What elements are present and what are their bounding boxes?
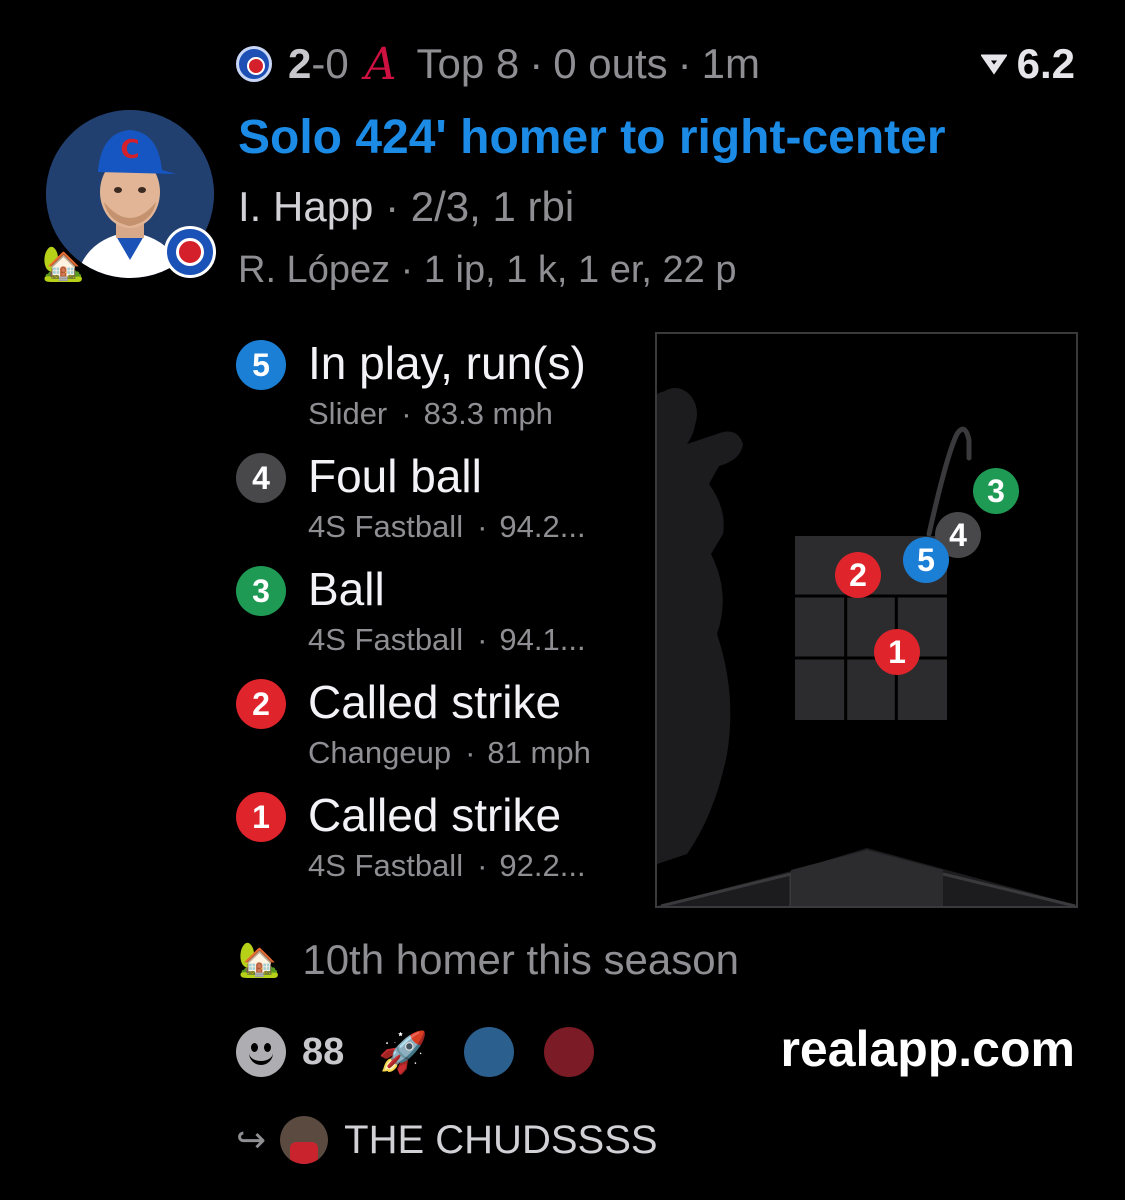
share-arrow-icon: ↪ bbox=[236, 1119, 267, 1160]
pitch-detail: Changeup · 81 mph bbox=[308, 735, 591, 771]
pitch-number-badge: 5 bbox=[236, 340, 286, 390]
pitch-result: Ball bbox=[308, 563, 385, 615]
separator-dot: · bbox=[401, 396, 412, 431]
batter-stats: · 2/3, 1 rbi bbox=[385, 183, 575, 230]
batter-silhouette-icon bbox=[657, 388, 743, 864]
pitch-type: 4S Fastball bbox=[308, 848, 464, 883]
pitch-list: 5 In play, run(s) Slider · 83.3 mph 4 Foul… bbox=[236, 336, 636, 901]
pitch-result: Called strike bbox=[308, 676, 562, 728]
pitch-speed: 94.1... bbox=[499, 622, 586, 657]
pitch-marker[interactable]: 3 bbox=[973, 468, 1019, 514]
rating-badge[interactable]: 6.2 bbox=[980, 38, 1075, 90]
pitch-speed: 94.2... bbox=[499, 509, 586, 544]
blue-team-reaction-button[interactable] bbox=[464, 1027, 515, 1077]
pitch-row[interactable]: 2 Called strike Changeup · 81 mph bbox=[236, 675, 636, 788]
separator-dot: · bbox=[677, 40, 692, 87]
pitch-number-badge: 2 bbox=[236, 679, 286, 729]
shared-by-name[interactable]: THE CHUDSSSS bbox=[344, 1118, 657, 1163]
cubs-badge-icon bbox=[164, 226, 216, 278]
pitch-result: Foul ball bbox=[308, 450, 482, 502]
play-title[interactable]: Solo 424' homer to right-center bbox=[238, 110, 946, 165]
pitch-row[interactable]: 5 In play, run(s) Slider · 83.3 mph bbox=[236, 336, 636, 449]
pitch-detail: 4S Fastball · 92.2... bbox=[308, 848, 586, 884]
rocket-icon[interactable]: 🚀 bbox=[378, 1029, 428, 1076]
pitch-detail: Slider · 83.3 mph bbox=[308, 396, 553, 432]
pitch-type: Changeup bbox=[308, 735, 452, 770]
house-icon: 🏡 bbox=[238, 941, 281, 979]
inning: Top 8 bbox=[416, 40, 520, 87]
pitch-speed: 92.2... bbox=[499, 848, 586, 883]
svg-text:C: C bbox=[120, 135, 139, 165]
smiley-face-icon[interactable] bbox=[236, 1027, 286, 1077]
milestone-text: 10th homer this season bbox=[302, 936, 739, 983]
pitch-speed: 83.3 mph bbox=[423, 396, 553, 431]
real-logo-icon bbox=[980, 54, 1007, 75]
strike-zone-graphic bbox=[657, 388, 1076, 906]
separator-dot: · bbox=[477, 848, 488, 883]
pitch-type: Slider bbox=[308, 396, 388, 431]
user-avatar[interactable] bbox=[280, 1116, 329, 1164]
pitch-detail: 4S Fastball · 94.1... bbox=[308, 622, 586, 658]
time-ago: 1m bbox=[701, 40, 761, 87]
reactions-bar: 88 🚀 bbox=[236, 1024, 624, 1080]
pitch-type: 4S Fastball bbox=[308, 622, 464, 657]
batter-line[interactable]: I. Happ · 2/3, 1 rbi bbox=[238, 183, 574, 231]
pitch-result: In play, run(s) bbox=[308, 337, 586, 389]
pitch-number-badge: 4 bbox=[236, 453, 286, 503]
strike-zone-panel[interactable]: 1 2 3 4 5 bbox=[655, 332, 1078, 908]
outs: 0 outs bbox=[553, 40, 668, 87]
shared-by[interactable]: ↪ THE CHUDSSSS bbox=[236, 1112, 658, 1168]
separator-dot: · bbox=[465, 735, 476, 770]
reaction-count: 88 bbox=[302, 1030, 345, 1073]
pitch-number-badge: 1 bbox=[236, 792, 286, 842]
separator-dot: · bbox=[477, 509, 488, 544]
score-separator: - bbox=[311, 40, 326, 87]
pitcher-line[interactable]: R. López · 1 ip, 1 k, 1 er, 22 p bbox=[238, 249, 737, 292]
pitch-marker[interactable]: 1 bbox=[874, 629, 920, 675]
pitch-row[interactable]: 4 Foul ball 4S Fastball · 94.2... bbox=[236, 449, 636, 562]
separator-dot: · bbox=[477, 622, 488, 657]
game-header[interactable]: 2 - 0 A Top 8 · 0 outs · 1m bbox=[236, 38, 760, 90]
red-team-reaction-button[interactable] bbox=[544, 1027, 595, 1077]
separator-dot: · bbox=[529, 40, 544, 87]
pitch-result: Called strike bbox=[308, 789, 562, 841]
pitch-marker[interactable]: 5 bbox=[903, 537, 949, 583]
home-score: 2 bbox=[288, 40, 312, 87]
milestone-note: 🏡 10th homer this season bbox=[238, 936, 739, 984]
pitch-detail: 4S Fastball · 94.2... bbox=[308, 509, 586, 545]
brand-link[interactable]: realapp.com bbox=[780, 1020, 1075, 1078]
cubs-logo-icon bbox=[236, 46, 272, 82]
pitch-number-badge: 3 bbox=[236, 566, 286, 616]
pitch-row[interactable]: 3 Ball 4S Fastball · 94.1... bbox=[236, 562, 636, 675]
pitch-row[interactable]: 1 Called strike 4S Fastball · 92.2... bbox=[236, 788, 636, 901]
pitch-marker[interactable]: 2 bbox=[835, 552, 881, 598]
away-score: 0 bbox=[325, 40, 349, 87]
batter-name: I. Happ bbox=[238, 183, 374, 230]
pitch-type: 4S Fastball bbox=[308, 509, 464, 544]
pitch-speed: 81 mph bbox=[487, 735, 591, 770]
braves-logo-icon: A bbox=[364, 38, 397, 90]
house-icon: 🏡 bbox=[42, 245, 85, 283]
rating-value: 6.2 bbox=[1016, 40, 1075, 87]
